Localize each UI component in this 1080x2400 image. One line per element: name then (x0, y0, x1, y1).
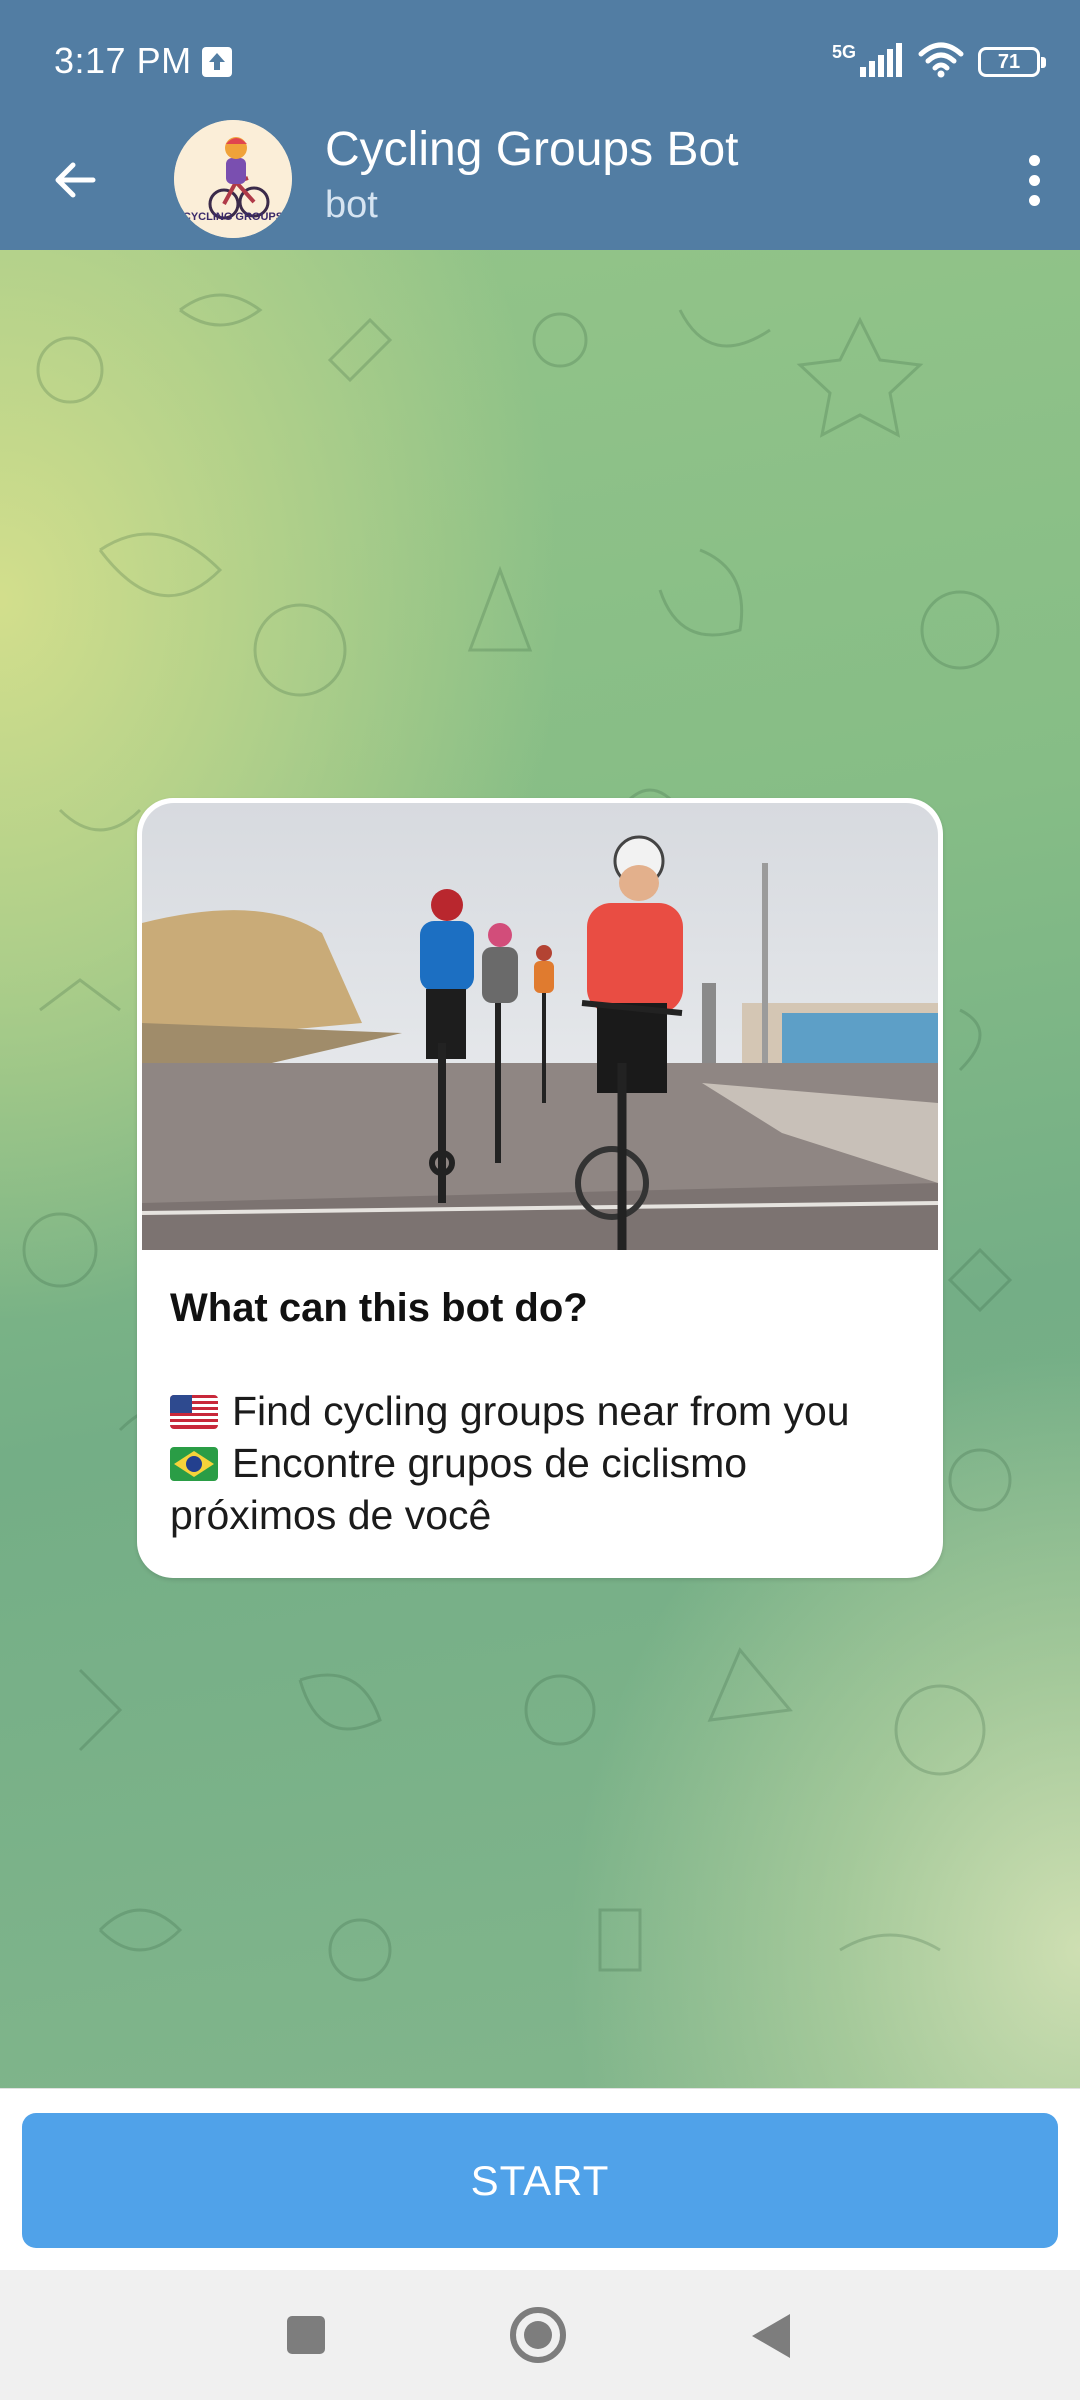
us-flag-icon (170, 1394, 218, 1429)
avatar-logo-text: CYCLING GROUPS (183, 211, 283, 223)
description-text-portuguese-continued: próximos de você (170, 1492, 492, 1538)
chat-background: What can this bot do? Find cycling group… (0, 250, 1080, 2088)
description-text-english: Find cycling groups near from you (232, 1388, 850, 1434)
description-line-portuguese-continued: próximos de você (170, 1492, 491, 1539)
status-indicators: 5G 71 (831, 40, 1046, 84)
chat-subtitle: bot (325, 184, 378, 226)
cyclists-photo (142, 803, 938, 1250)
battery-level: 71 (997, 50, 1021, 73)
upload-icon (202, 47, 232, 77)
description-text-portuguese: Encontre grupos de ciclismo (232, 1440, 748, 1486)
network-label: 5G (831, 42, 856, 62)
dot (1028, 174, 1040, 186)
chat-header: CYCLING GROUPS Cycling Groups Bot bot (0, 120, 1080, 250)
description-line-english: Find cycling groups near from you (170, 1388, 850, 1435)
vertical-dots-icon (1028, 154, 1040, 166)
wifi-icon (918, 42, 964, 83)
bot-avatar[interactable]: CYCLING GROUPS (174, 120, 292, 238)
battery-icon: 71 (978, 47, 1046, 77)
home-circle-icon[interactable] (510, 2307, 566, 2363)
more-options-button[interactable] (1004, 145, 1064, 215)
brazil-flag-icon (170, 1446, 218, 1481)
bottom-bar: START (0, 2088, 1080, 2270)
back-button[interactable] (40, 145, 110, 215)
signal-icon (860, 42, 904, 82)
dot (1028, 194, 1040, 206)
arrow-left-icon (55, 162, 96, 198)
card-heading: What can this bot do? (170, 1286, 588, 1330)
status-time: 3:17 PM (54, 40, 192, 81)
back-triangle-icon[interactable] (752, 2314, 790, 2358)
description-line-portuguese: Encontre grupos de ciclismo (170, 1440, 747, 1487)
bot-info-card: What can this bot do? Find cycling group… (137, 798, 943, 1578)
chat-title[interactable]: Cycling Groups Bot (325, 122, 739, 177)
start-button[interactable]: START (22, 2113, 1058, 2248)
system-nav-bar (0, 2270, 1080, 2400)
status-bar: 3:17 PM 5G 71 (0, 0, 1080, 120)
recents-square-icon[interactable] (287, 2316, 325, 2354)
